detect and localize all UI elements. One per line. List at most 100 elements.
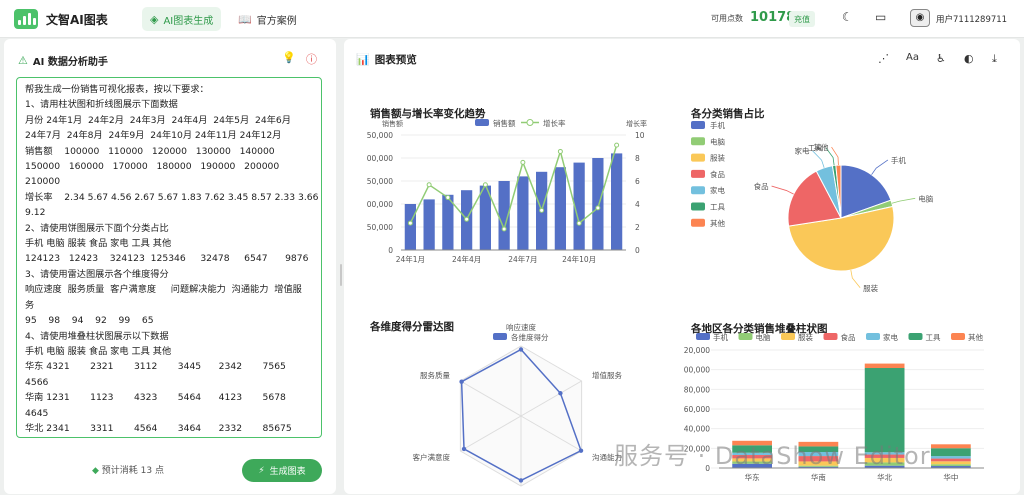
moon-icon[interactable]: ☾ — [842, 10, 853, 24]
chart3-legend-swatch — [493, 333, 507, 340]
chart1-ylabel-right: 增长率 — [626, 119, 647, 128]
charts-canvas: 销售额与增长率变化趋势销售额 增长率 销售额 增长率 0 0 50,000 2 00,000 4 5… — [367, 107, 984, 487]
chart4-legend-label: 家电 — [883, 332, 898, 342]
chart1-growth-point — [539, 207, 545, 213]
chart1-growth-point — [426, 182, 432, 188]
chart3-score-point — [558, 391, 563, 396]
prompt-textarea[interactable]: 帮我生成一份销售可视化报表，按以下要求： 1、请用柱状图和折线图展示下面数据 月… — [16, 77, 322, 438]
chart3-indicator-label: 客户满意度 — [412, 452, 450, 462]
chart2-slice-label: 食品 — [754, 181, 769, 191]
chart1-y-tick-left: 00,000 — [367, 200, 393, 209]
chart4-bar-segment — [931, 464, 971, 467]
info-icon[interactable]: ⓘ — [306, 51, 317, 67]
chart3-title: 各维度得分雷达图 — [369, 320, 454, 333]
chart1-y-tick-right: 10 — [635, 131, 645, 140]
chart1-growth-point — [595, 205, 601, 211]
chart1-y-tick-left: 50,000 — [367, 177, 393, 186]
generate-chart-button[interactable]: ⚡ 生成图表 — [242, 459, 322, 482]
chart1-x-tick: 24年7月 — [508, 254, 537, 264]
chart1-legend-line-marker — [526, 119, 534, 126]
assistant-title: AI 数据分析助手 — [32, 57, 108, 68]
logo-chart-icon — [14, 9, 38, 29]
chart4-bar-segment — [931, 461, 971, 465]
chart2-title: 各分类销售占比 — [690, 107, 765, 120]
chart1-y-tick-left: 0 — [388, 246, 393, 255]
chart4-legend-label: 工具 — [926, 333, 941, 342]
chart1-y-tick-right: 4 — [635, 200, 640, 209]
chart1-growth-point — [557, 148, 563, 154]
chart2-legend-label: 食品 — [710, 169, 725, 179]
nav-ai-chart-generate[interactable]: ◈ AI图表生成 — [142, 7, 222, 31]
chart1-y-tick-left: 00,000 — [367, 154, 393, 163]
chart1-growth-point — [464, 216, 470, 222]
app-name: 文智AI图表 — [46, 12, 108, 27]
chart2-slice-label: 手机 — [891, 155, 906, 165]
chart2-legend-label: 电脑 — [710, 136, 725, 146]
chart2-legend-swatch — [691, 121, 705, 129]
chart3-indicator-label: 服务质量 — [420, 370, 450, 380]
panel-resize-handle[interactable] — [340, 264, 342, 286]
chart1-x-tick: 24年10月 — [562, 254, 596, 264]
chart2-legend-swatch — [691, 202, 705, 211]
app-logo[interactable]: 文智AI图表 — [14, 9, 108, 29]
chart2-legend-label: 其他 — [710, 218, 725, 228]
chart1-y-tick-right: 2 — [635, 223, 640, 232]
chart1-growth-point — [520, 159, 526, 165]
chart3-legend-label: 各维度得分 — [511, 332, 549, 342]
chart1-y-tick-left: 50,000 — [367, 223, 393, 232]
gem-icon: ◆ — [92, 466, 99, 476]
chart2-legend-swatch — [691, 186, 705, 195]
chart3-indicator-label: 增值服务 — [592, 370, 622, 380]
chart1-growth-point — [482, 182, 488, 188]
nav-official-cases[interactable]: 📖 官方案例 — [232, 7, 303, 31]
chart2-label-line — [831, 146, 839, 166]
chart4-x-tick: 华中 — [943, 472, 958, 482]
chart4-legend-label: 电脑 — [756, 332, 771, 342]
chart4-bar-segment — [864, 363, 905, 369]
nav-ai-chart-label: AI图表生成 — [163, 15, 214, 27]
chart4-bar-segment — [931, 448, 971, 457]
username[interactable]: 用户7111289711 — [936, 13, 1007, 25]
assistant-panel: ⚠ AI 数据分析助手 💡 ⓘ 帮我生成一份销售可视化报表，按以下要求： 1、请… — [4, 39, 336, 494]
chart1-bar — [592, 158, 604, 250]
chart2-legend-swatch — [691, 169, 705, 178]
chart4-y-tick: 60,000 — [684, 405, 710, 414]
chart4-legend-swatch — [866, 333, 880, 340]
chart1-bar — [611, 153, 623, 250]
chart4-y-tick: 00,000 — [684, 366, 710, 375]
chart2-label-line — [871, 159, 889, 175]
points-label: 可用点数 — [711, 14, 743, 23]
estimated-cost: ◆ 预计消耗 13 点 — [92, 463, 164, 476]
chart2-slice-label: 电脑 — [918, 193, 933, 203]
chart1-growth-point — [501, 226, 507, 232]
chart1-legend-line-label: 增长率 — [543, 118, 566, 128]
chart1-title: 销售额与增长率变化趋势 — [370, 107, 486, 120]
lightbulb-icon[interactable]: 💡 — [282, 51, 296, 64]
chart4-y-tick: 80,000 — [684, 385, 710, 394]
chart2-label-line — [771, 185, 794, 195]
chart4-legend-label: 手机 — [713, 332, 728, 342]
chart1-legend-bar-label: 销售额 — [493, 118, 516, 128]
chart1-growth-point — [614, 142, 620, 148]
chart2-slice-label: 服装 — [863, 283, 878, 293]
chart2-label-line — [812, 150, 825, 168]
chart2-label-line — [850, 270, 861, 289]
chart4-bar-segment — [931, 444, 971, 449]
chart4-x-tick: 华北 — [877, 472, 892, 482]
chart1-growth-point — [445, 195, 451, 201]
chart3-score-point — [518, 478, 524, 483]
recharge-button[interactable]: 充值 — [789, 11, 815, 27]
chart3-score-point — [461, 446, 467, 452]
chart1-x-tick: 24年1月 — [396, 254, 425, 264]
avatar[interactable]: ◉ — [910, 9, 930, 27]
chart3-score-point — [459, 379, 464, 384]
chart2-legend-swatch — [691, 137, 705, 146]
message-icon[interactable]: ▭ — [875, 10, 886, 24]
top-bar: 文智AI图表 ◈ AI图表生成 📖 官方案例 可用点数 10178 充值 ☾ ▭… — [0, 0, 1024, 38]
chart2-label-line — [891, 197, 916, 204]
chart4-legend-swatch — [823, 333, 838, 340]
nav-cases-label: 官方案例 — [256, 15, 297, 27]
book-icon: 📖 — [238, 12, 252, 26]
chart1-y-tick-right: 8 — [635, 154, 640, 163]
chart2-legend-label: 手机 — [710, 120, 725, 130]
